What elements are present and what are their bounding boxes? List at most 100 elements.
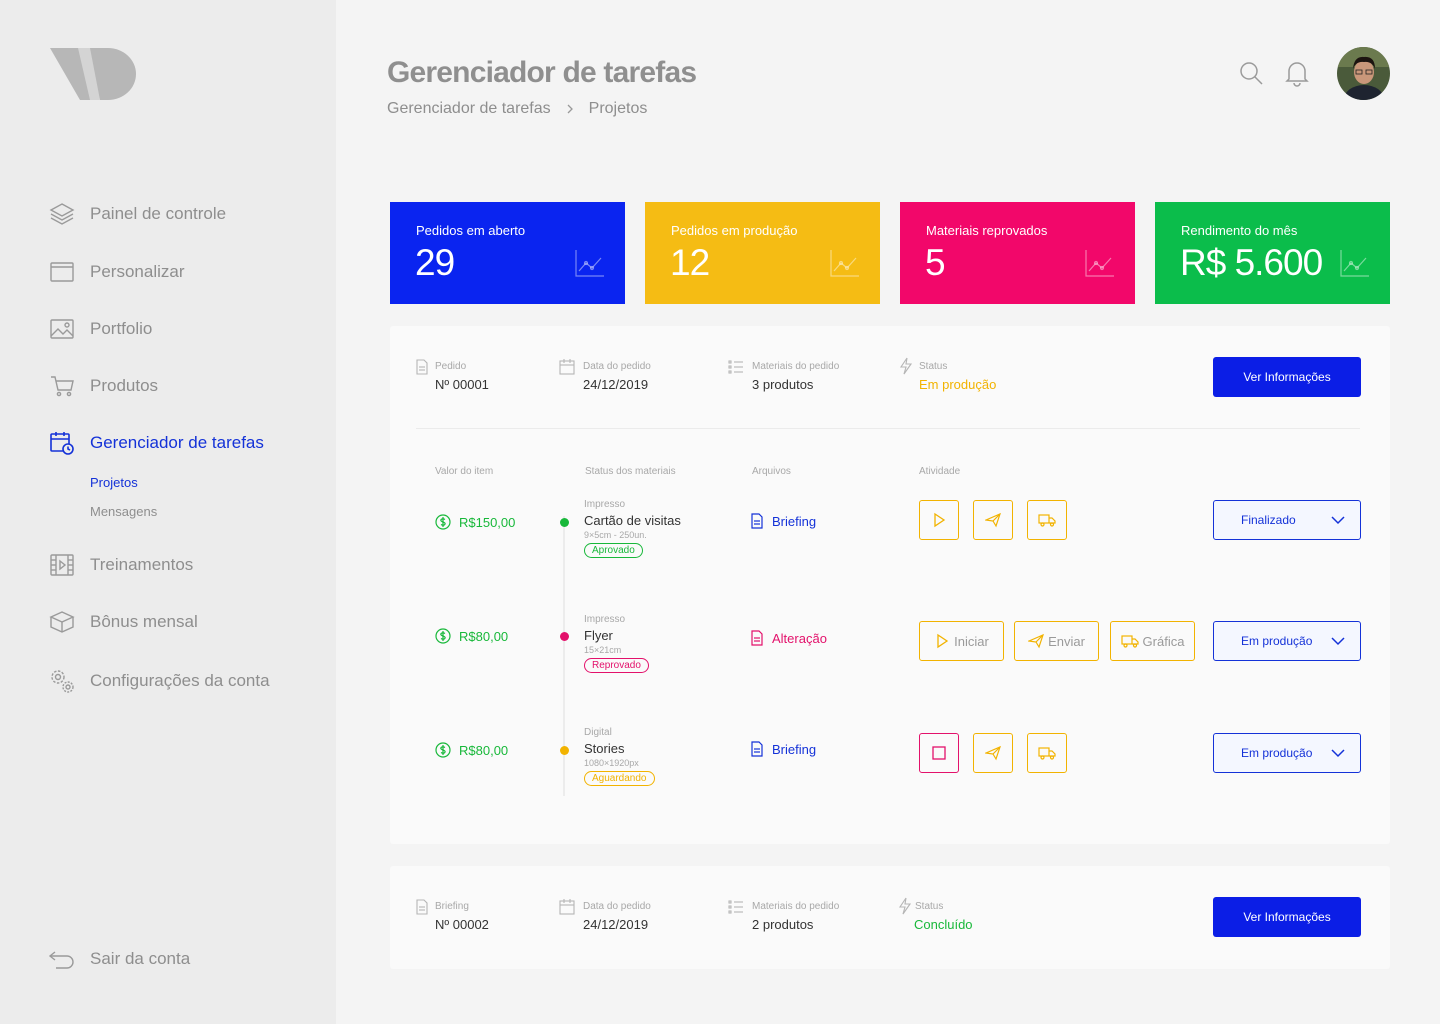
status-dot	[560, 518, 569, 527]
paper-plane-icon	[985, 745, 1001, 761]
material-name: Stories	[584, 741, 625, 756]
file-label: Alteração	[772, 630, 827, 646]
send-button[interactable]	[973, 733, 1013, 773]
stat-card-rendimento-do-mes[interactable]: Rendimento do mês R$ 5.600	[1155, 202, 1390, 304]
field-value: 24/12/2019	[583, 377, 649, 392]
stat-label: Rendimento do mês	[1181, 223, 1298, 238]
line-chart-icon	[1085, 250, 1114, 277]
field-label: Pedido	[435, 361, 467, 372]
document-icon	[751, 630, 763, 646]
order-date-field: Data do pedido 24/12/2019	[559, 899, 651, 932]
nav-produtos[interactable]: Produtos	[48, 371, 158, 401]
column-header: Atividade	[919, 466, 961, 477]
field-label: Status	[919, 361, 948, 372]
nav-personalizar[interactable]: Personalizar	[48, 257, 185, 287]
print-shop-button[interactable]	[1027, 500, 1067, 540]
enviar-button[interactable]: Enviar	[1014, 621, 1099, 661]
file-link[interactable]: Briefing	[750, 513, 816, 529]
status-select[interactable]: Em produção	[1213, 621, 1361, 661]
stop-icon	[932, 746, 946, 760]
order-number-field: Briefing Nº 00002	[416, 899, 489, 932]
grafica-button[interactable]: Gráfica	[1110, 621, 1195, 661]
stat-card-materiais-reprovados[interactable]: Materiais reprovados 5	[900, 202, 1135, 304]
ver-informacoes-button[interactable]: Ver Informações	[1213, 897, 1361, 937]
stop-button[interactable]	[919, 733, 959, 773]
breadcrumb-item[interactable]: Gerenciador de tarefas	[387, 100, 551, 118]
layers-icon	[48, 200, 76, 228]
logout-button[interactable]: Sair da conta	[48, 944, 190, 974]
bell-icon[interactable]	[1282, 58, 1312, 88]
print-shop-button[interactable]	[1027, 733, 1067, 773]
order-card: Briefing Nº 00002 Data do pedido 24/12/2…	[390, 866, 1390, 969]
chevron-down-icon	[1331, 749, 1345, 758]
document-icon	[416, 899, 428, 915]
status-select[interactable]: Finalizado	[1213, 500, 1361, 540]
price-value: R$80,00	[459, 628, 509, 644]
field-value: 24/12/2019	[583, 917, 649, 932]
field-label: Briefing	[435, 901, 469, 912]
column-header: Valor do item	[435, 466, 494, 477]
stat-value: R$ 5.600	[1180, 242, 1323, 283]
stat-value: 12	[670, 242, 710, 283]
file-label: Briefing	[772, 513, 817, 529]
stat-card-pedidos-em-producao[interactable]: Pedidos em produção 12	[645, 202, 880, 304]
material-item: Impresso Flyer 15×21cm Reprovado	[584, 614, 649, 673]
select-value: Em produção	[1241, 746, 1313, 760]
avatar[interactable]	[1337, 47, 1390, 100]
field-label: Materiais do pedido	[752, 901, 840, 912]
stat-value: 5	[925, 242, 946, 283]
document-icon	[751, 741, 763, 757]
ver-informacoes-button[interactable]: Ver Informações	[1213, 357, 1361, 397]
action-label: Gráfica	[1142, 633, 1185, 649]
file-link[interactable]: Alteração	[750, 630, 827, 646]
nav-configuracoes-da-conta[interactable]: Configurações da conta	[48, 666, 270, 696]
nav-label: Bônus mensal	[90, 612, 198, 631]
select-value: Em produção	[1241, 634, 1313, 648]
nav-portfolio[interactable]: Portfolio	[48, 314, 152, 344]
column-header: Status dos materiais	[585, 466, 676, 477]
nav-gerenciador-de-tarefas[interactable]: Gerenciador de tarefas	[48, 428, 264, 458]
nav-label: Gerenciador de tarefas	[90, 433, 264, 452]
field-label: Status	[915, 901, 944, 912]
truck-icon	[1038, 514, 1056, 527]
browser-window-icon	[48, 258, 76, 286]
item-price: R$150,00	[435, 514, 515, 530]
select-value: Finalizado	[1241, 513, 1296, 527]
action-label: Enviar	[1048, 633, 1085, 649]
nav-bonus-mensal[interactable]: Bônus mensal	[48, 607, 198, 637]
field-value: 3 produtos	[752, 377, 814, 392]
nav-label: Personalizar	[90, 262, 185, 281]
action-label: Iniciar	[954, 633, 989, 649]
nav-painel-de-controle[interactable]: Painel de controle	[48, 199, 226, 229]
field-value: Nº 00002	[435, 917, 489, 932]
status-badge: Aprovado	[584, 543, 643, 558]
calendar-icon	[559, 899, 575, 915]
nav-label: Produtos	[90, 376, 159, 395]
iniciar-button[interactable]: Iniciar	[919, 621, 1004, 661]
subnav-mensagens[interactable]: Mensagens	[90, 504, 157, 519]
nav-treinamentos[interactable]: Treinamentos	[48, 550, 193, 580]
send-button[interactable]	[973, 500, 1013, 540]
box-icon	[48, 608, 76, 636]
subnav-projetos[interactable]: Projetos	[90, 475, 138, 490]
nav-label: Configurações da conta	[90, 671, 270, 690]
search-icon[interactable]	[1236, 58, 1266, 88]
field-value: 2 produtos	[752, 917, 814, 932]
stat-label: Pedidos em produção	[671, 223, 798, 238]
material-type: Digital	[584, 727, 612, 738]
material-spec: 1080×1920px	[584, 758, 639, 768]
order-number-field: Pedido Nº 00001	[416, 359, 489, 392]
nav-label: Painel de controle	[90, 204, 227, 223]
play-button[interactable]	[919, 500, 959, 540]
chevron-down-icon	[1331, 516, 1345, 525]
field-label: Materiais do pedido	[752, 361, 840, 372]
file-link[interactable]: Briefing	[750, 741, 816, 757]
column-header: Arquivos	[752, 466, 791, 477]
chevron-right-icon	[567, 104, 573, 114]
material-name: Cartão de visitas	[584, 513, 681, 528]
document-icon	[751, 513, 763, 529]
brand-logo	[50, 48, 136, 100]
stat-card-pedidos-em-aberto[interactable]: Pedidos em aberto 29	[390, 202, 625, 304]
field-label: Data do pedido	[583, 901, 651, 912]
status-select[interactable]: Em produção	[1213, 733, 1361, 773]
